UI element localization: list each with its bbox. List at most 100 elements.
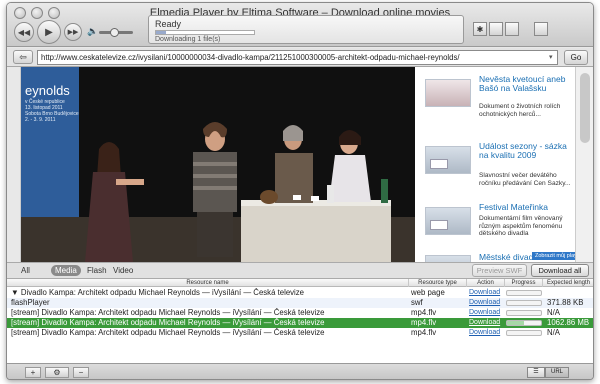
col-resource-name[interactable]: Resource name	[7, 279, 409, 287]
resource-name-cell: [stream] Divadlo Kampa: Architekt odpadu…	[11, 328, 325, 337]
banner-lines: v České republice 13. listopad 2011 Sobo…	[25, 99, 79, 123]
volume-knob[interactable]	[110, 28, 120, 37]
status-progress-bar	[155, 30, 255, 35]
filter-flash[interactable]: Flash	[83, 265, 111, 276]
download-link[interactable]: Download	[469, 318, 505, 328]
panel-button[interactable]	[489, 22, 503, 36]
banner-line: 2. - 3. 9. 2011	[25, 117, 56, 123]
web-scroll-thumb[interactable]	[580, 73, 590, 143]
resource-type-cell: mp4.flv	[411, 328, 437, 337]
expected-length-cell: 371.88 KB	[547, 298, 584, 307]
table-row[interactable]: [stream] Divadlo Kampa: Architekt odpadu…	[7, 328, 593, 338]
volume-slider[interactable]	[99, 28, 133, 37]
related-title[interactable]: Festival Mateřinka	[479, 203, 575, 212]
download-link[interactable]: Download	[469, 308, 505, 318]
add-button[interactable]: +	[25, 367, 41, 378]
related-item[interactable]: Festival Mateřinka Dokumentární film věn…	[425, 203, 575, 253]
gear-button[interactable]: ⚙	[45, 367, 69, 378]
table-row[interactable]: ▼ Divadlo Kampa: Architekt odpadu Michae…	[7, 288, 593, 298]
related-desc: Slavnostní večer devátého ročníku předáv…	[479, 172, 571, 187]
resource-type-cell: web page	[411, 288, 445, 297]
web-view: eynolds v České republice 13. listopad 2…	[7, 67, 593, 262]
table-row[interactable]: flashPlayer swf Download 371.88 KB	[7, 298, 593, 308]
fast-forward-icon: ▶▶	[67, 29, 79, 36]
play-icon: ▶	[45, 26, 53, 38]
window-mode-button[interactable]	[534, 22, 548, 36]
row-progress-bar	[506, 320, 542, 326]
filter-all[interactable]: All	[17, 265, 34, 276]
col-expected-length[interactable]: Expected length	[543, 279, 593, 287]
banner-title: eynolds	[25, 83, 70, 98]
row-progress-bar	[506, 290, 542, 296]
resource-type-cell: mp4.flv	[411, 308, 437, 317]
pin-icon: ✱	[476, 24, 484, 34]
status-title: Ready	[155, 19, 182, 29]
row-progress-fill	[507, 321, 524, 325]
web-scrollbar[interactable]	[575, 67, 593, 262]
url-input[interactable]: http://www.ceskatelevize.cz/ivysilani/10…	[37, 50, 558, 65]
list-view-button[interactable]: ☰	[527, 367, 545, 378]
gear-icon: ⚙	[53, 368, 61, 377]
col-progress[interactable]: Progress	[505, 279, 543, 287]
speaker-icon: 🔈	[87, 26, 99, 36]
filter-video[interactable]: Video	[109, 265, 137, 276]
resource-type-cell: swf	[411, 298, 423, 307]
related-item[interactable]: Událost sezony - sázka na kvalitu 2009 S…	[425, 142, 575, 202]
filter-media[interactable]: Media	[51, 265, 81, 276]
resource-name-cell: flashPlayer	[11, 298, 50, 307]
expected-length-cell: 1062.86 MB	[547, 318, 590, 327]
bottom-bar: + ⚙ − ☰ URL	[7, 363, 593, 379]
url-history-chevron-icon[interactable]: ▾	[549, 53, 553, 61]
resource-name-cell: [stream] Divadlo Kampa: Architekt odpadu…	[11, 318, 325, 327]
resource-type-cell: mp4.flv	[411, 318, 437, 327]
download-all-button[interactable]: Download all	[531, 264, 589, 277]
related-videos-panel: Nevěsta kvetoucí aneb Bašó na Valašsku D…	[415, 67, 575, 262]
col-action[interactable]: Action	[467, 279, 505, 287]
related-desc: Dokument o životních rolích ochotnických…	[479, 103, 561, 118]
row-progress-bar	[506, 300, 542, 306]
address-bar: ⇦ http://www.ceskatelevize.cz/ivysilani/…	[7, 48, 593, 67]
fast-forward-button[interactable]: ▶▶	[64, 23, 82, 41]
url-view-button[interactable]: URL	[545, 367, 569, 378]
download-link[interactable]: Download	[469, 298, 505, 308]
go-button[interactable]: Go	[564, 50, 588, 65]
rewind-button[interactable]: ◀◀	[14, 22, 34, 42]
toolbar: Elmedia Player by Eltima Software – Down…	[7, 3, 593, 47]
fullscreen-button[interactable]	[505, 22, 519, 36]
back-arrow-icon: ⇦	[19, 52, 27, 62]
expected-length-cell: N/A	[547, 308, 560, 317]
back-button[interactable]: ⇦	[13, 50, 33, 64]
related-title[interactable]: Nevěsta kvetoucí aneb Bašó na Valašsku	[479, 75, 575, 93]
status-subtitle: Downloading 1 file(s)	[155, 36, 221, 43]
video-player[interactable]: eynolds v České republice 13. listopad 2…	[21, 67, 415, 262]
table-header: Resource name Resource type Action Progr…	[7, 279, 593, 287]
resource-name-cell: [stream] Divadlo Kampa: Architekt odpadu…	[11, 308, 325, 317]
related-item[interactable]: Nevěsta kvetoucí aneb Bašó na Valašsku D…	[425, 75, 575, 135]
status-progress-fill	[156, 31, 166, 34]
row-progress-bar	[506, 310, 542, 316]
row-progress-bar	[506, 330, 542, 336]
col-resource-type[interactable]: Resource type	[409, 279, 467, 287]
play-button[interactable]: ▶	[37, 20, 61, 44]
related-thumbnail[interactable]	[425, 207, 471, 235]
resource-table: Resource name Resource type Action Progr…	[7, 279, 593, 363]
related-thumbnail[interactable]	[425, 79, 471, 107]
toolbar-button-group: ✱	[473, 22, 521, 36]
playlist-tag[interactable]: Zobrazit můj playlist	[532, 252, 575, 260]
video-frame	[21, 67, 415, 262]
download-link[interactable]: Download	[469, 288, 505, 298]
pin-button[interactable]: ✱	[473, 22, 487, 36]
table-row[interactable]: [stream] Divadlo Kampa: Architekt odpadu…	[7, 308, 593, 318]
expected-length-cell: N/A	[547, 328, 560, 337]
table-row[interactable]: [stream] Divadlo Kampa: Architekt odpadu…	[7, 318, 593, 328]
download-link[interactable]: Download	[469, 328, 505, 338]
preview-swf-button[interactable]: Preview SWF	[472, 264, 527, 277]
status-panel: Ready Downloading 1 file(s)	[148, 15, 464, 44]
remove-button[interactable]: −	[73, 367, 89, 378]
app-window: Elmedia Player by Eltima Software – Down…	[6, 2, 594, 380]
resource-filter-bar: All Media Flash Video Preview SWF Downlo…	[7, 262, 593, 279]
left-gutter	[7, 67, 21, 262]
related-thumbnail[interactable]	[425, 255, 471, 262]
related-title[interactable]: Událost sezony - sázka na kvalitu 2009	[479, 142, 575, 160]
related-thumbnail[interactable]	[425, 146, 471, 174]
